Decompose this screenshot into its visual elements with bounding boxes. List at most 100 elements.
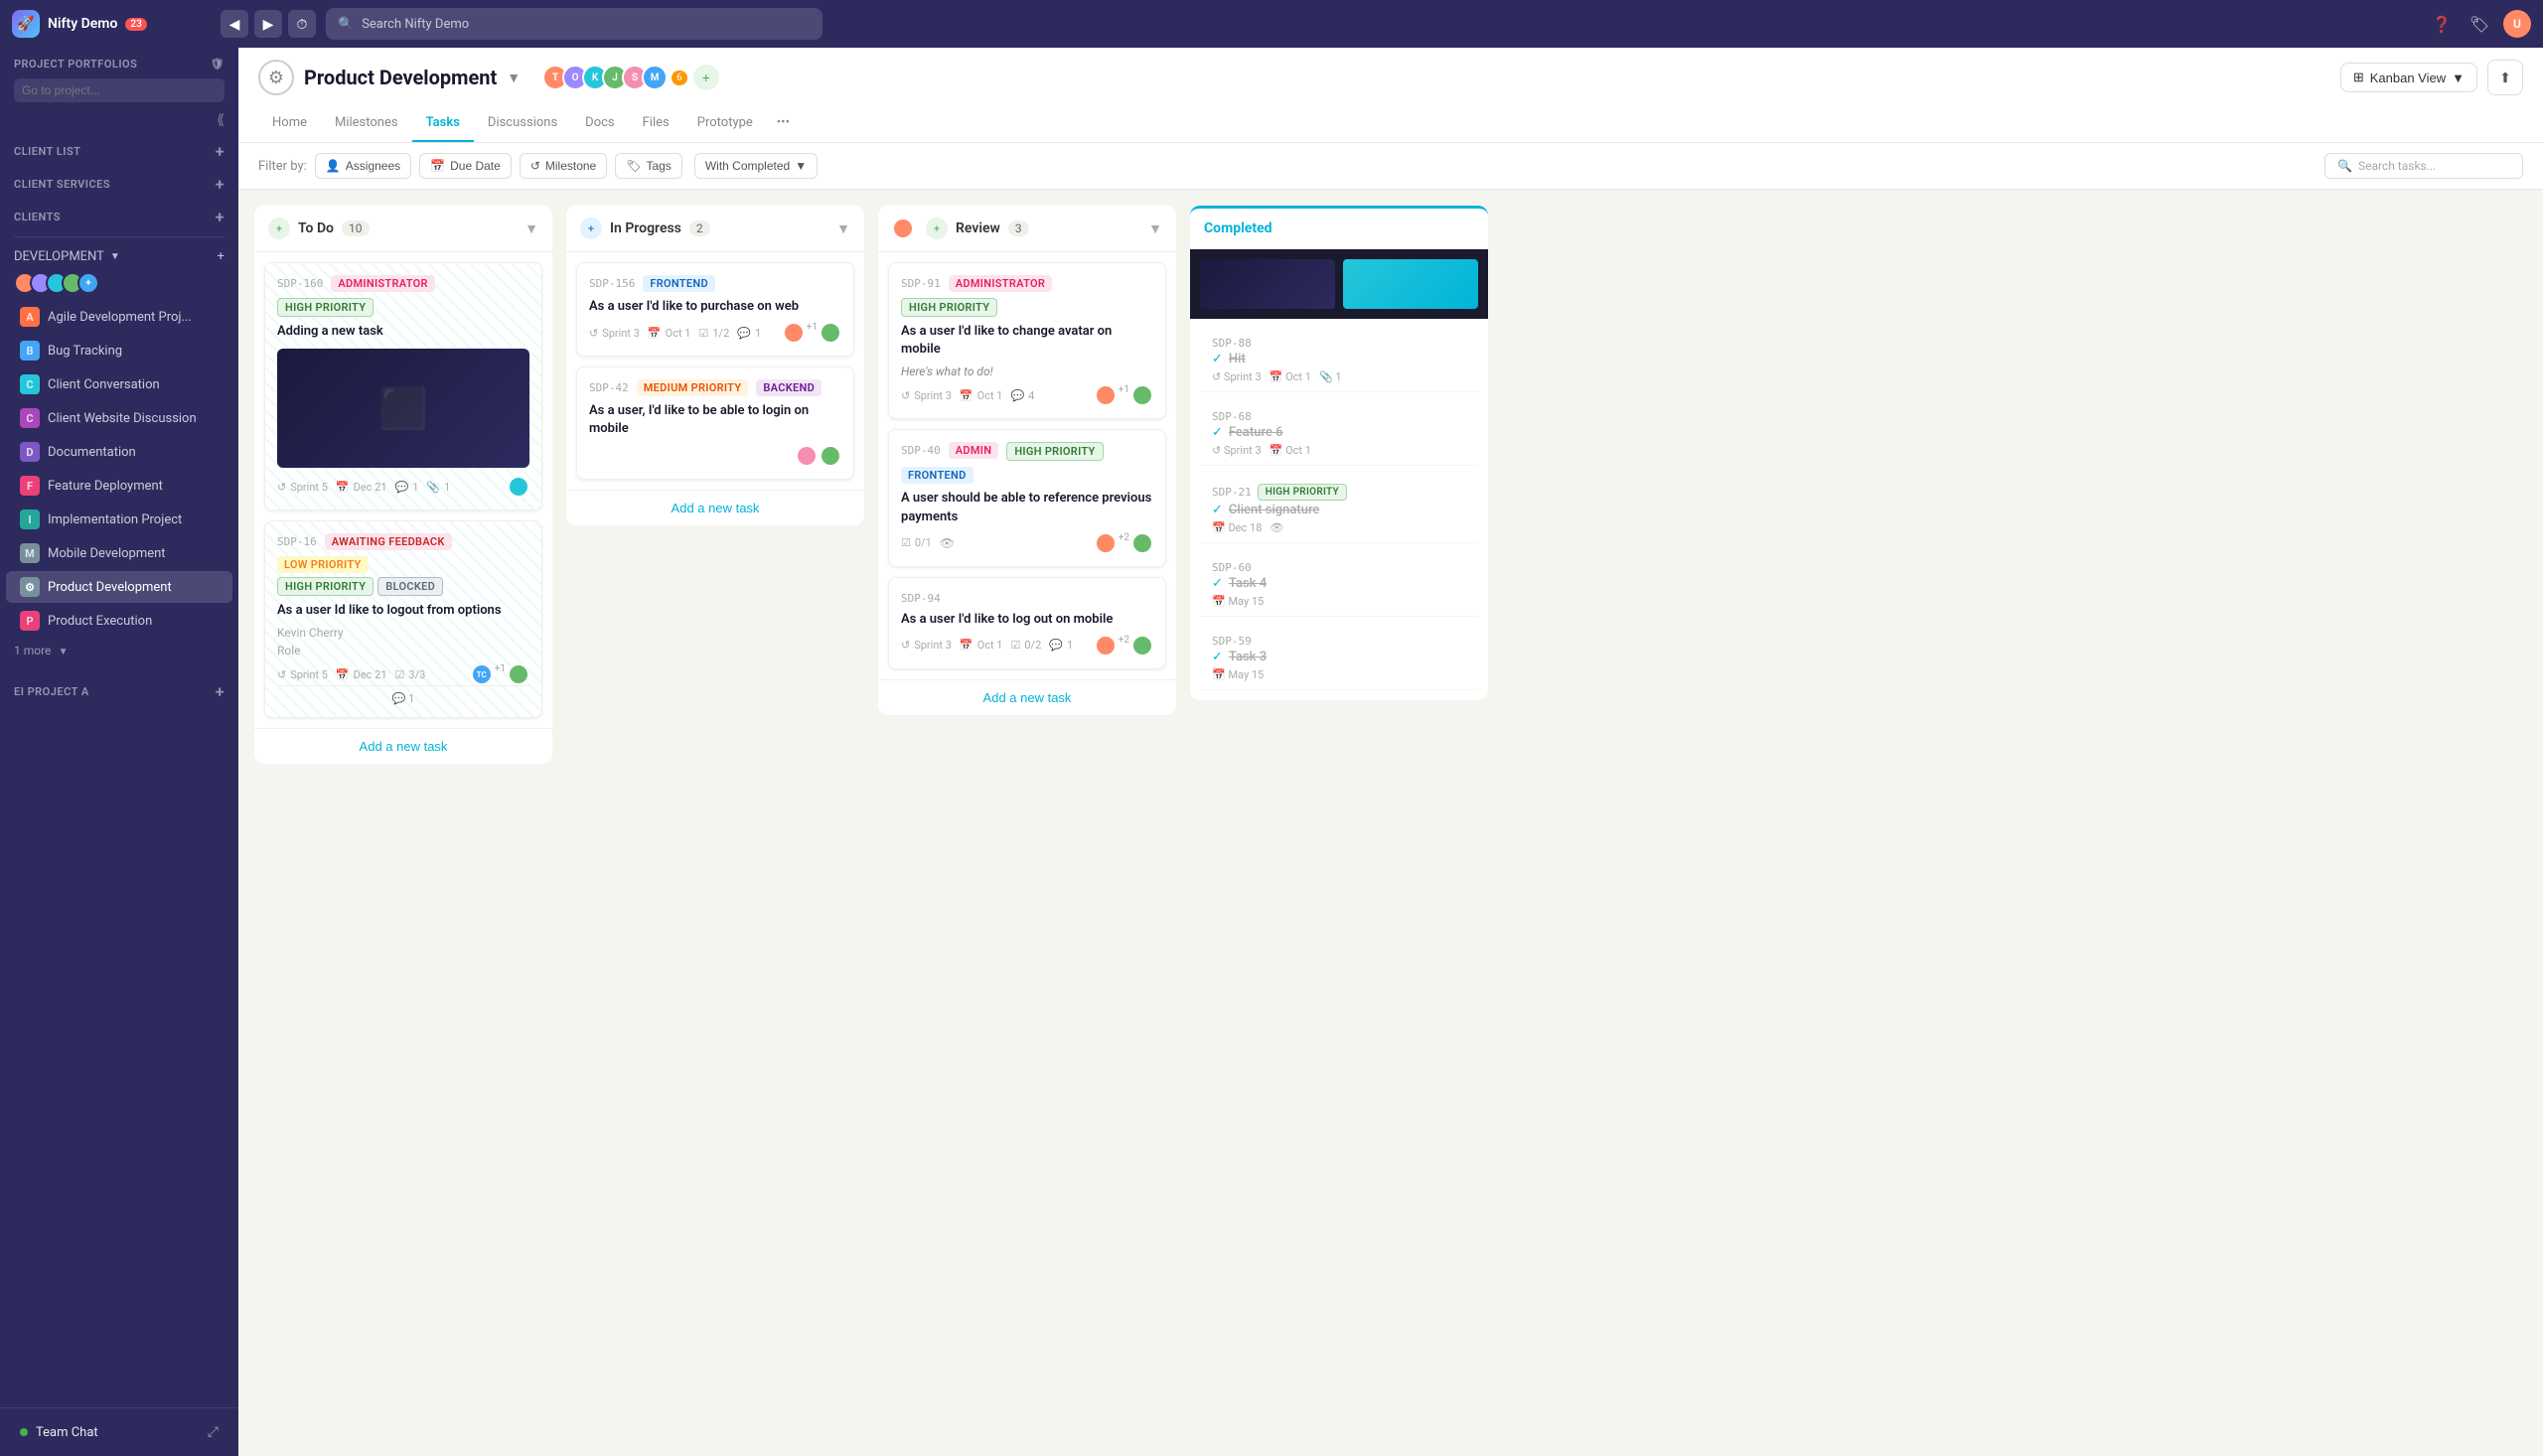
inprogress-add-task-button[interactable]: Add a new task: [566, 490, 864, 525]
ip-title-1: As a user I'd like to purchase on web: [589, 298, 841, 316]
rv-tasks-2: ☑ 0/1: [901, 536, 932, 549]
review-chevron[interactable]: ▼: [1148, 220, 1162, 237]
sprint-img-1: [1200, 259, 1335, 309]
client-services-header[interactable]: CLIENT SERVICES +: [0, 165, 238, 198]
todo-add-task-button[interactable]: Add a new task: [254, 728, 552, 764]
sidebar-item-agile[interactable]: A Agile Development Proj...: [6, 301, 232, 333]
completed-card-1[interactable]: SDP-88 ✓ Hit ↺ Sprint 3 📅 Oct 1 📎 1: [1200, 329, 1478, 392]
development-section[interactable]: DEVELOPMENT ▼ +: [0, 243, 238, 270]
collapse-sidebar-icon[interactable]: ⟪: [217, 112, 224, 128]
user-avatar[interactable]: U: [2503, 10, 2531, 38]
completed-card-3[interactable]: SDP-21 HIGH PRIORITY ✓ Client signature …: [1200, 476, 1478, 543]
assignees-filter[interactable]: 👤 Assignees: [315, 153, 411, 179]
add-ei-icon[interactable]: +: [216, 682, 224, 701]
tab-home[interactable]: Home: [258, 105, 321, 142]
tab-tasks[interactable]: Tasks: [412, 105, 474, 142]
ip-header-1: SDP-156 FRONTEND: [589, 275, 841, 292]
tab-discussions[interactable]: Discussions: [474, 105, 571, 142]
rv-id-3: SDP-94: [901, 592, 941, 605]
cc-due-3: 📅 Dec 18: [1212, 521, 1262, 534]
sidebar-item-product-dev[interactable]: ⚙ Product Development: [6, 571, 232, 603]
review-card-1[interactable]: SDP-91 ADMINISTRATOR HIGH PRIORITY As a …: [888, 262, 1166, 419]
sidebar-item-product-exec[interactable]: P Product Execution: [6, 605, 232, 637]
inprogress-title: In Progress: [610, 220, 681, 236]
ip-assign-2: [820, 445, 841, 467]
completed-card-5[interactable]: SDP-59 ✓ Task 3 📅 May 15: [1200, 627, 1478, 690]
tab-files[interactable]: Files: [629, 105, 683, 142]
card-avatar-tc: TC: [471, 663, 493, 685]
sidebar-item-client-conv[interactable]: C Client Conversation: [6, 368, 232, 400]
due-date-filter[interactable]: 📅 Due Date: [419, 153, 512, 179]
go-to-project-input[interactable]: [14, 78, 224, 102]
product-exec-icon: P: [20, 611, 40, 631]
ei-project-header[interactable]: EI PROJECT A +: [0, 672, 238, 705]
sidebar-search[interactable]: [0, 74, 238, 110]
review-user-icon: [892, 218, 914, 239]
tag-blocked-2: BLOCKED: [377, 577, 443, 596]
mobile-label: Mobile Development: [48, 546, 166, 561]
review-add-task-button[interactable]: Add a new task: [878, 679, 1176, 715]
cc-id-5: SDP-59: [1212, 635, 1466, 648]
more-tabs[interactable]: •••: [767, 105, 800, 142]
history-button[interactable]: ⏱: [288, 10, 316, 38]
cc-tag-3: HIGH PRIORITY: [1258, 484, 1347, 501]
add-clients-icon[interactable]: +: [216, 208, 224, 226]
completed-card-4[interactable]: SDP-60 ✓ Task 4 📅 May 15: [1200, 553, 1478, 617]
inprogress-card-1[interactable]: SDP-156 FRONTEND As a user I'd like to p…: [576, 262, 854, 357]
add-client-list-icon[interactable]: +: [216, 142, 224, 161]
back-button[interactable]: ◀: [221, 10, 248, 38]
more-projects[interactable]: 1 more ▼: [0, 638, 238, 664]
tab-milestones[interactable]: Milestones: [321, 105, 412, 142]
milestone-filter[interactable]: ↺ Milestone: [520, 153, 607, 179]
notifications-icon[interactable]: 🏷: [2466, 10, 2493, 38]
inprogress-chevron[interactable]: ▼: [836, 220, 850, 237]
with-completed-filter[interactable]: With Completed ▼: [694, 153, 818, 179]
team-chat-item[interactable]: Team Chat ⤢: [6, 1416, 232, 1448]
todo-chevron[interactable]: ▼: [524, 220, 538, 237]
sidebar-item-impl[interactable]: I Implementation Project: [6, 504, 232, 535]
docs-label: Documentation: [48, 445, 136, 460]
project-title-chevron[interactable]: ▼: [507, 70, 521, 86]
cc-check-1: ✓: [1212, 352, 1223, 366]
sidebar-item-bug[interactable]: B Bug Tracking: [6, 335, 232, 366]
todo-card-1[interactable]: SDP-160 ADMINISTRATOR HIGH PRIORITY Addi…: [264, 262, 542, 510]
completed-card-2[interactable]: SDP-68 ✓ Feature 6 ↺ Sprint 3 📅 Oct 1: [1200, 402, 1478, 466]
sidebar-item-mobile[interactable]: M Mobile Development: [6, 537, 232, 569]
portfolios-header: PROJECT PORTFOLIOS 🛡: [0, 48, 238, 74]
cc-id-4: SDP-60: [1212, 561, 1466, 574]
clients-header[interactable]: CLIENTS +: [0, 198, 238, 230]
rv-tag-high: HIGH PRIORITY: [901, 298, 997, 317]
review-card-3[interactable]: SDP-94 As a user I'd like to log out on …: [888, 577, 1166, 669]
search-tasks[interactable]: 🔍 Search tasks...: [2324, 153, 2523, 179]
rv-avatar-3a: [1095, 635, 1117, 656]
inprogress-card-2[interactable]: SDP-42 MEDIUM PRIORITY BACKEND As a user…: [576, 366, 854, 479]
rv-plus-2: +2: [1119, 532, 1129, 554]
cc-title-row-5: ✓ Task 3: [1212, 650, 1466, 664]
tab-prototype[interactable]: Prototype: [683, 105, 767, 142]
kanban-view-button[interactable]: ⊞ Kanban View ▼: [2340, 63, 2477, 92]
app-logo[interactable]: 🚀 Nifty Demo 23: [12, 10, 211, 38]
cwd-icon: C: [20, 408, 40, 428]
sidebar-item-feature[interactable]: F Feature Deployment: [6, 470, 232, 502]
todo-column: + To Do 10 ▼ SDP-160 ADMINISTRATOR HIGH …: [254, 206, 552, 764]
add-development-icon[interactable]: +: [218, 249, 224, 264]
review-card-2[interactable]: SDP-40 ADMIN HIGH PRIORITY FRONTEND A us…: [888, 429, 1166, 566]
sidebar-item-docs[interactable]: D Documentation: [6, 436, 232, 468]
client-list-header[interactable]: CLIENT LIST +: [0, 132, 238, 165]
help-icon[interactable]: ❓: [2428, 10, 2456, 38]
tags-filter[interactable]: 🏷 Tags: [615, 153, 682, 179]
todo-add-icon[interactable]: +: [268, 218, 290, 239]
add-member-button[interactable]: +: [693, 65, 719, 90]
add-client-services-icon[interactable]: +: [216, 175, 224, 194]
search-bar[interactable]: 🔍 Search Nifty Demo: [326, 8, 823, 40]
card-avatar-1: [508, 476, 529, 498]
tab-docs[interactable]: Docs: [571, 105, 628, 142]
sidebar-item-client-web[interactable]: C Client Website Discussion: [6, 402, 232, 434]
forward-button[interactable]: ▶: [254, 10, 282, 38]
todo-card-2[interactable]: SDP-16 AWAITING FEEDBACK LOW PRIORITY HI…: [264, 520, 542, 718]
ip-tasks-1: ☑ 1/2: [698, 327, 729, 340]
export-button[interactable]: ⬆: [2487, 60, 2523, 95]
cc-due-5: 📅 May 15: [1212, 668, 1264, 681]
review-add-icon[interactable]: +: [926, 218, 948, 239]
filter-bar: Filter by: 👤 Assignees 📅 Due Date ↺ Mile…: [238, 143, 2543, 190]
